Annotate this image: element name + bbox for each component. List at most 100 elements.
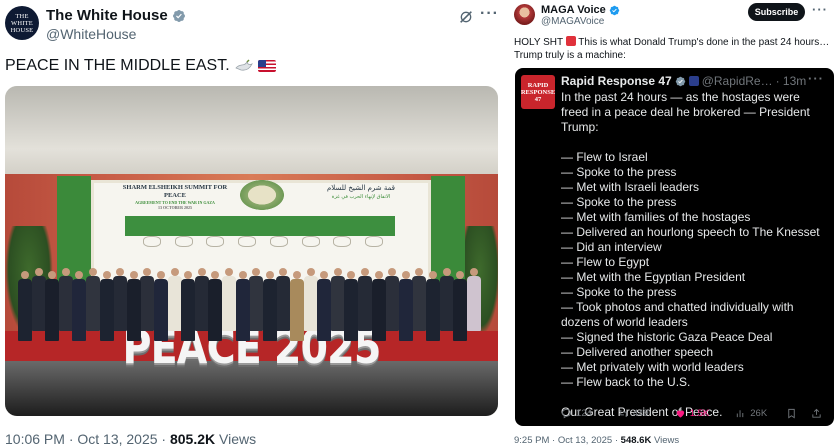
photo-person [99, 271, 114, 341]
siren-icon [565, 36, 576, 46]
photo-person [222, 268, 236, 331]
post-timestamp[interactable]: 9:25 PM · Oct 13, 2025 · [514, 435, 618, 446]
post-meta: 9:25 PM · Oct 13, 2025 · 548.6K Views [514, 435, 679, 446]
views-label: Views [219, 431, 257, 447]
quoted-body: In the past 24 hours — as the hostages w… [561, 90, 820, 419]
photo-green-panel [125, 216, 395, 236]
grok-icon[interactable] [458, 9, 474, 25]
avatar[interactable] [514, 4, 535, 25]
banner-date: 13 OCTOBER 2025 [158, 205, 192, 210]
affiliate-badge-icon [688, 76, 699, 86]
photo-person [235, 271, 250, 341]
share-icon[interactable] [811, 408, 822, 419]
photo-person [126, 271, 141, 341]
views-button[interactable]: 26K [735, 408, 767, 419]
post-timestamp[interactable]: 10:06 PM · Oct 13, 2025 · [5, 431, 166, 447]
post-text-start: HOLY SHT [514, 37, 563, 48]
photo-person [344, 271, 359, 341]
more-options-icon[interactable]: ··· [812, 2, 828, 17]
photo-banner-right: قمة شرم الشيخ للسلام الاتفاق لإنهاء الحر… [301, 184, 421, 202]
quoted-author-name[interactable]: Rapid Response 47 [561, 74, 672, 88]
photo-person [262, 271, 277, 341]
author-name-row[interactable]: The White House [46, 7, 186, 24]
avatar-text: HOUSE [10, 26, 34, 34]
reply-icon [561, 408, 572, 419]
views-count: 548.6K [620, 435, 652, 446]
post-meta: 10:06 PM · Oct 13, 2025 · 805.2K Views [5, 431, 256, 447]
more-options-icon[interactable]: ··· [808, 71, 824, 86]
quoted-handle[interactable]: @RapidRe… [702, 74, 773, 88]
photo-person [72, 271, 87, 341]
like-button[interactable]: 1.5K [675, 408, 710, 419]
photo-person [31, 268, 46, 331]
author-name[interactable]: MAGA Voice [541, 4, 606, 16]
photo-person [249, 268, 264, 331]
bookmark-icon[interactable] [786, 408, 797, 419]
photo-person [45, 271, 60, 341]
more-options-icon[interactable]: ··· [480, 5, 499, 23]
photo-banner-left: SHARM ELSHEIKH SUMMIT FOR PEACE AGREEMEN… [115, 184, 235, 210]
photo-person [439, 268, 454, 331]
views-chart-icon [737, 410, 744, 418]
like-count: 1.5K [689, 408, 710, 419]
photo-person [208, 271, 223, 341]
photo-person [412, 268, 427, 331]
avatar-text: RESPONSE [520, 88, 556, 96]
photo-person [18, 271, 32, 341]
verified-gray-icon [675, 76, 685, 86]
views-count: 26K [750, 408, 768, 419]
photo-person [330, 268, 345, 331]
banner-title: SHARM ELSHEIKH SUMMIT FOR PEACE [122, 184, 228, 199]
photo-person [194, 268, 209, 331]
quoted-post[interactable]: RAPID RESPONSE 47 Rapid Response 47 @Rap… [515, 68, 834, 426]
photo-person [317, 271, 332, 341]
photo-person [371, 271, 386, 341]
avatar-text: THE [15, 12, 29, 20]
photo-person [154, 271, 168, 341]
post-text: PEACE IN THE MIDDLE EAST. [5, 57, 276, 75]
reply-count: 124 [576, 408, 592, 419]
post-text: HOLY SHT This is what Donald Trump's don… [514, 36, 834, 62]
author-handle[interactable]: @WhiteHouse [46, 26, 136, 42]
photo-person [58, 268, 73, 331]
photo-person [86, 268, 100, 331]
photo-person [113, 268, 128, 331]
banner-subtitle-arabic: الاتفاق لإنهاء الحرب في غزة [331, 194, 391, 200]
photo-logo-row [143, 236, 383, 250]
heart-icon [676, 410, 684, 418]
photo-ceiling [5, 86, 498, 176]
views-count: 805.2K [169, 431, 216, 447]
post-text-content: PEACE IN THE MIDDLE EAST. [5, 57, 230, 74]
us-flag-icon [257, 60, 276, 72]
photo-person [453, 271, 468, 341]
views-label: Views [653, 435, 680, 446]
photo-leaders-group [13, 251, 493, 341]
repost-count: 449 [632, 408, 649, 419]
author-name[interactable]: The White House [46, 7, 168, 24]
author-name-row[interactable]: MAGA Voice [541, 4, 620, 16]
photo-person [276, 268, 291, 331]
reply-button[interactable]: 124 [561, 408, 592, 419]
photo-person [385, 268, 400, 331]
photo-person [466, 268, 481, 331]
avatar-text: RAPID [527, 81, 549, 89]
quoted-avatar: RAPID RESPONSE 47 [521, 75, 555, 109]
photo-person [303, 268, 318, 331]
verified-gray-icon [172, 9, 185, 22]
dove-icon [235, 59, 253, 71]
photo-person [358, 268, 372, 331]
photo-person [398, 271, 413, 341]
photo-person [426, 271, 440, 341]
photo-person [181, 271, 196, 341]
avatar-text: WHITE [11, 19, 33, 27]
right-post: MAGA Voice @MAGAVoice Subscribe ··· HOLY… [507, 0, 839, 447]
quoted-header: Rapid Response 47 @RapidRe… · 13m [561, 74, 806, 88]
avatar[interactable]: THE WHITE HOUSE [5, 6, 39, 40]
banner-title-arabic: قمة شرم الشيخ للسلام [326, 184, 396, 192]
subscribe-button[interactable]: Subscribe [748, 3, 805, 21]
photo-person [167, 268, 182, 331]
repost-button[interactable]: 449 [618, 408, 649, 419]
post-photo[interactable]: SHARM ELSHEIKH SUMMIT FOR PEACE AGREEMEN… [5, 86, 498, 416]
egypt-emblem-icon [234, 176, 290, 214]
author-handle[interactable]: @MAGAVoice [541, 16, 604, 27]
